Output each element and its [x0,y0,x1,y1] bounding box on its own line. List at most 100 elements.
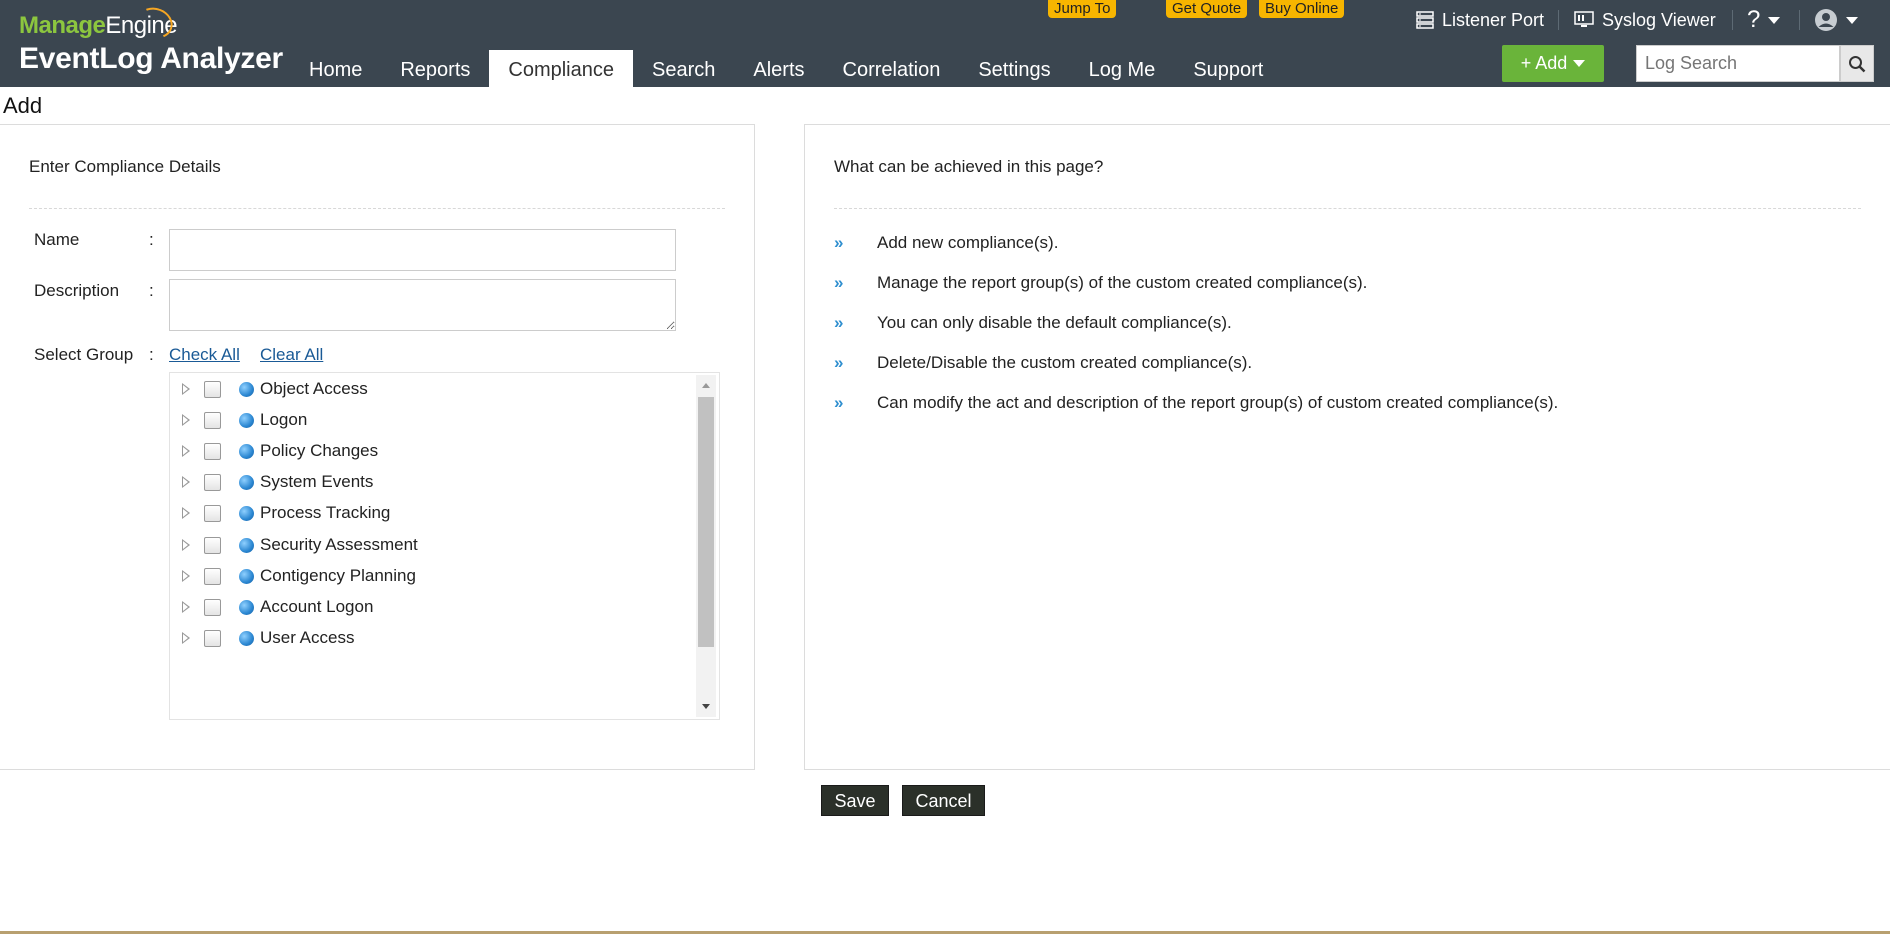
get-quote-button[interactable]: Get Quote [1166,0,1248,18]
tree-item-checkbox[interactable] [204,442,221,460]
tree-item[interactable]: Object Access [170,374,368,404]
tree-item-label[interactable]: System Events [260,472,373,492]
tree-item-label[interactable]: Process Tracking [260,503,390,523]
search-icon [1849,55,1866,72]
expand-arrow-icon[interactable] [182,632,190,644]
tree-item-checkbox[interactable] [204,504,221,522]
tree-item[interactable]: User Access [170,623,354,653]
help-tip: » You can only disable the default compli… [834,313,1232,333]
name-field[interactable] [169,229,676,271]
tree-item-checkbox[interactable] [204,536,221,554]
manageengine-logo[interactable]: ManageEngine EventLog Analyzer [19,2,283,74]
expand-arrow-icon[interactable] [182,476,190,488]
tree-item-label[interactable]: Contigency Planning [260,566,416,586]
buy-online-button[interactable]: Buy Online [1259,0,1345,18]
util-separator [1558,10,1559,30]
search-button[interactable] [1840,45,1874,82]
help-tip-text: Add new compliance(s). [877,233,1059,252]
tree-scrollbar[interactable] [696,375,716,717]
expand-arrow-icon[interactable] [182,445,190,457]
tree-item-label[interactable]: Account Logon [260,597,373,617]
syslog-viewer-link[interactable]: Syslog Viewer [1574,8,1716,32]
double-chevron-icon: » [834,313,843,332]
tree-item-label[interactable]: Policy Changes [260,441,378,461]
nav-tab-correlation[interactable]: Correlation [824,50,960,87]
group-globe-icon [239,537,254,553]
tree-item-checkbox[interactable] [204,567,221,585]
server-icon [1416,11,1434,29]
group-globe-icon [239,381,254,397]
help-tip: » Add new compliance(s). [834,233,1058,253]
tree-item[interactable]: Logon [170,405,307,435]
add-button[interactable]: + Add [1502,45,1604,82]
tree-item[interactable]: Contigency Planning [170,561,416,591]
chevron-down-icon [1846,16,1858,24]
cancel-button[interactable]: Cancel [902,785,985,816]
log-search-input[interactable] [1636,45,1840,82]
listener-port-label: Listener Port [1442,10,1545,30]
nav-tab-support[interactable]: Support [1174,50,1282,87]
nav-tab-alerts[interactable]: Alerts [734,50,823,87]
tree-item-checkbox[interactable] [204,473,221,491]
tree-item-label[interactable]: User Access [260,628,354,648]
scroll-thumb[interactable] [698,397,714,647]
tree-item[interactable]: Security Assessment [170,530,418,560]
nav-tab-compliance[interactable]: Compliance [489,50,633,87]
tree-item-checkbox[interactable] [204,629,221,647]
double-chevron-icon: » [834,353,843,372]
help-tip: » Delete/Disable the custom created compl… [834,353,1252,373]
save-button[interactable]: Save [821,785,889,816]
tree-item-checkbox[interactable] [204,411,221,429]
clear-all-link[interactable]: Clear All [260,345,323,365]
help-panel: What can be achieved in this page? » Add … [804,124,1890,770]
user-avatar-icon [1815,9,1837,31]
expand-arrow-icon[interactable] [182,539,190,551]
select-group-label: Select Group [34,345,134,364]
description-field[interactable] [169,279,676,331]
syslog-viewer-label: Syslog Viewer [1602,10,1716,30]
nav-tab-home[interactable]: Home [290,50,381,87]
help-tip-text: You can only disable the default complia… [877,313,1232,332]
double-chevron-icon: » [834,233,843,252]
expand-arrow-icon[interactable] [182,570,190,582]
help-tip-text: Can modify the act and description of th… [877,393,1559,412]
tree-item-label[interactable]: Object Access [260,379,368,399]
nav-tab-settings[interactable]: Settings [959,50,1069,87]
check-all-link[interactable]: Check All [169,345,240,365]
scroll-down-icon[interactable] [702,704,710,709]
help-tip-text: Manage the report group(s) of the custom… [877,273,1368,292]
main-nav: Home Reports Compliance Search Alerts Correla… [290,50,1282,87]
group-globe-icon [239,443,254,459]
expand-arrow-icon[interactable] [182,383,190,395]
name-colon: : [149,230,154,249]
listener-port-link[interactable]: Listener Port [1416,8,1544,32]
user-menu[interactable] [1814,8,1858,32]
util-separator [1799,10,1800,30]
top-header: ManageEngine EventLog Analyzer Jump To G… [0,0,1890,87]
tree-item[interactable]: Account Logon [170,592,373,622]
tree-item-checkbox[interactable] [204,380,221,398]
group-tree: Object Access Logon Policy Changes System E… [169,372,720,720]
tree-item[interactable]: Process Tracking [170,498,390,528]
expand-arrow-icon[interactable] [182,601,190,613]
add-button-label: + Add [1520,53,1568,73]
nav-tab-reports[interactable]: Reports [381,50,489,87]
tree-item-label[interactable]: Security Assessment [260,535,418,555]
tree-item[interactable]: System Events [170,467,373,497]
help-tip: » Can modify the act and description of t… [834,393,1558,413]
select-group-colon: : [149,345,154,364]
jump-to-button[interactable]: Jump To [1048,0,1117,18]
help-menu[interactable]: ? [1747,8,1781,32]
expand-arrow-icon[interactable] [182,507,190,519]
logo-manage-text: Manage [19,12,106,39]
tree-item-label[interactable]: Logon [260,410,307,430]
help-heading: What can be achieved in this page? [834,157,1104,176]
nav-tab-search[interactable]: Search [633,50,734,87]
nav-tab-log-me[interactable]: Log Me [1070,50,1175,87]
double-chevron-icon: » [834,393,843,412]
scroll-up-icon[interactable] [702,383,710,388]
tree-item-checkbox[interactable] [204,598,221,616]
help-tip: » Manage the report group(s) of the custo… [834,273,1367,293]
expand-arrow-icon[interactable] [182,414,190,426]
tree-item[interactable]: Policy Changes [170,436,378,466]
